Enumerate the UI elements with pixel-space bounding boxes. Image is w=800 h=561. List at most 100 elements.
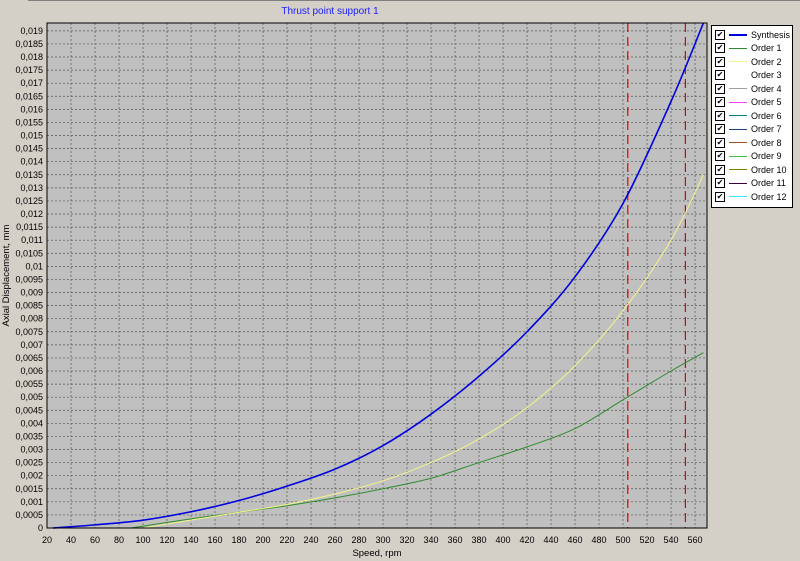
y-tick-label: 0,0095 xyxy=(15,274,43,284)
x-tick-label: 480 xyxy=(591,535,606,545)
checkbox-icon[interactable]: ✔ xyxy=(715,124,725,135)
legend-item[interactable]: ✔ Order 12 xyxy=(712,190,792,204)
y-tick-label: 0,004 xyxy=(20,418,43,428)
legend-swatch xyxy=(729,101,747,103)
x-tick-label: 120 xyxy=(159,535,174,545)
legend-item[interactable]: ✔ Order 6 xyxy=(712,109,792,123)
y-tick-label: 0,011 xyxy=(21,235,43,245)
legend-item[interactable]: ✔ Order 4 xyxy=(712,82,792,96)
legend-swatch xyxy=(729,155,747,157)
legend-item[interactable]: ✔ Order 3 xyxy=(712,69,792,83)
legend-item[interactable]: ✔ Order 8 xyxy=(712,136,792,150)
x-tick-label: 100 xyxy=(135,535,150,545)
y-tick-label: 0,0025 xyxy=(15,458,43,468)
checkbox-icon[interactable]: ✔ xyxy=(715,178,725,189)
legend-item[interactable]: ✔ Order 11 xyxy=(712,177,792,191)
legend-label: Order 1 xyxy=(751,43,782,54)
x-tick-label: 500 xyxy=(615,535,630,545)
y-tick-label: 0,013 xyxy=(20,183,43,193)
checkbox-icon[interactable]: ✔ xyxy=(715,83,725,94)
x-tick-label: 460 xyxy=(567,535,582,545)
legend-label: Order 7 xyxy=(751,124,782,135)
y-tick-label: 0,0015 xyxy=(15,484,43,494)
legend: ✔ Synthesis ✔ Order 1 ✔ Order 2 ✔ Order 3 ✔ Order… xyxy=(711,25,793,208)
legend-label: Order 10 xyxy=(751,164,787,175)
checkbox-icon[interactable]: ✔ xyxy=(715,164,725,175)
legend-swatch xyxy=(729,88,747,90)
checkbox-icon[interactable]: ✔ xyxy=(715,56,725,67)
legend-item[interactable]: ✔ Order 2 xyxy=(712,55,792,69)
checkbox-icon[interactable]: ✔ xyxy=(715,70,725,81)
x-tick-label: 540 xyxy=(663,535,678,545)
legend-swatch xyxy=(729,169,747,171)
y-tick-label: 0,012 xyxy=(20,209,43,219)
y-tick-label: 0,002 xyxy=(20,471,43,481)
checkbox-icon[interactable]: ✔ xyxy=(715,137,725,148)
x-tick-label: 380 xyxy=(471,535,486,545)
legend-swatch xyxy=(729,47,747,49)
chart-window: Thrust point support 1 0 0,0005 0,001 0,001… xyxy=(0,0,800,561)
y-axis-ticks: 0 0,0005 0,001 0,0015 0,002 0,0025 0,003 0,0035… xyxy=(15,26,43,533)
y-tick-label: 0,0175 xyxy=(15,65,43,75)
y-tick-label: 0,01 xyxy=(25,261,43,271)
y-tick-label: 0,018 xyxy=(20,52,43,62)
y-tick-label: 0,0045 xyxy=(15,405,43,415)
legend-item[interactable]: ✔ Synthesis xyxy=(712,28,792,42)
y-tick-label: 0,003 xyxy=(20,445,43,455)
legend-label: Order 12 xyxy=(751,191,787,202)
x-tick-label: 300 xyxy=(375,535,390,545)
plot-area xyxy=(47,23,707,528)
checkbox-icon[interactable]: ✔ xyxy=(715,110,725,121)
checkbox-icon[interactable]: ✔ xyxy=(715,97,725,108)
legend-item[interactable]: ✔ Order 5 xyxy=(712,96,792,110)
y-tick-label: 0,0055 xyxy=(15,379,43,389)
legend-label: Order 2 xyxy=(751,56,782,67)
x-tick-label: 260 xyxy=(327,535,342,545)
legend-swatch xyxy=(729,33,747,36)
checkbox-icon[interactable]: ✔ xyxy=(715,191,725,202)
x-tick-label: 400 xyxy=(495,535,510,545)
x-tick-label: 360 xyxy=(447,535,462,545)
x-tick-label: 180 xyxy=(231,535,246,545)
legend-item[interactable]: ✔ Order 7 xyxy=(712,123,792,137)
y-tick-label: 0,0005 xyxy=(15,510,43,520)
y-tick-label: 0,006 xyxy=(20,366,43,376)
x-axis-ticks: 20 40 60 80 100 120 140 160 180 200 220 240 260 280 30… xyxy=(42,535,703,545)
legend-label: Order 3 xyxy=(751,70,782,81)
chart-plot: 0 0,0005 0,001 0,0015 0,002 0,0025 0,003 0,0035… xyxy=(1,22,708,559)
x-tick-label: 140 xyxy=(183,535,198,545)
y-tick-label: 0,0115 xyxy=(16,222,43,232)
y-tick-label: 0,016 xyxy=(20,104,43,114)
y-tick-label: 0,0035 xyxy=(15,431,43,441)
x-tick-label: 220 xyxy=(279,535,294,545)
x-tick-label: 40 xyxy=(66,535,76,545)
checkbox-icon[interactable]: ✔ xyxy=(715,151,725,162)
y-tick-label: 0,0135 xyxy=(15,170,43,180)
checkbox-icon[interactable]: ✔ xyxy=(715,43,725,54)
legend-label: Order 8 xyxy=(751,137,782,148)
y-tick-label: 0,007 xyxy=(20,340,43,350)
legend-item[interactable]: ✔ Order 1 xyxy=(712,42,792,56)
checkbox-icon[interactable]: ✔ xyxy=(715,29,725,40)
y-tick-label: 0,015 xyxy=(20,131,43,141)
y-tick-label: 0,0085 xyxy=(15,301,43,311)
x-axis-label: Speed, rpm xyxy=(352,548,401,559)
x-tick-label: 60 xyxy=(90,535,100,545)
x-tick-label: 240 xyxy=(303,535,318,545)
x-tick-label: 340 xyxy=(423,535,438,545)
legend-swatch xyxy=(729,142,747,144)
y-tick-label: 0,019 xyxy=(20,26,43,36)
y-tick-label: 0,0185 xyxy=(15,39,43,49)
legend-label: Order 6 xyxy=(751,110,782,121)
y-tick-label: 0,005 xyxy=(20,392,43,402)
legend-swatch xyxy=(729,74,747,76)
x-tick-label: 560 xyxy=(687,535,702,545)
y-tick-label: 0,009 xyxy=(20,288,43,298)
legend-item[interactable]: ✔ Order 9 xyxy=(712,150,792,164)
legend-label: Order 9 xyxy=(751,151,782,162)
legend-label: Order 4 xyxy=(751,83,782,94)
legend-swatch xyxy=(729,115,747,117)
legend-swatch xyxy=(729,128,747,130)
legend-item[interactable]: ✔ Order 10 xyxy=(712,163,792,177)
y-tick-label: 0,0075 xyxy=(15,327,43,337)
